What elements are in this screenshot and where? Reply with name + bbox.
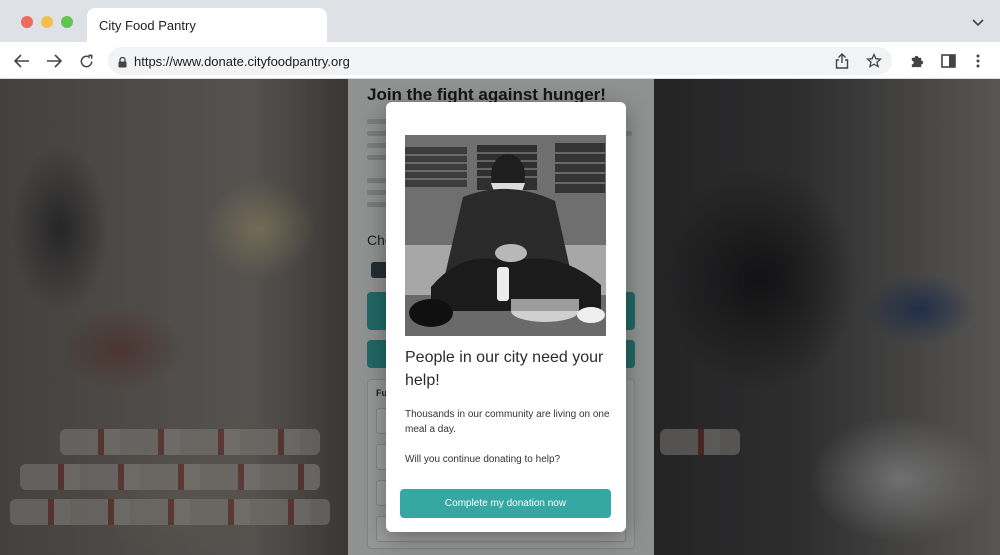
modal-body-text: Thousands in our community are living on…: [405, 409, 610, 435]
share-icon[interactable]: [832, 51, 852, 71]
browser-tab-bar: City Food Pantry: [0, 0, 1000, 42]
address-bar[interactable]: https://www.donate.cityfoodpantry.org: [108, 47, 892, 75]
bookmark-star-icon[interactable]: [864, 51, 884, 71]
reload-icon[interactable]: [75, 50, 97, 72]
lock-icon: [118, 55, 127, 73]
side-panel-icon[interactable]: [937, 50, 959, 72]
complete-donation-button[interactable]: Complete my donation now: [400, 489, 611, 518]
page-viewport: Join the fight against hunger! Cho Fu Pe…: [0, 79, 1000, 555]
modal-title: People in our city need your help!: [405, 349, 604, 389]
browser-toolbar: https://www.donate.cityfoodpantry.org: [0, 42, 1000, 79]
man-eating-photo: [405, 135, 606, 336]
tab-title: City Food Pantry: [99, 18, 196, 33]
url-text: https://www.donate.cityfoodpantry.org: [134, 54, 350, 69]
modal-question-text: Will you continue donating to help?: [405, 454, 561, 465]
window-minimize-button[interactable]: [41, 16, 53, 28]
forward-arrow-icon[interactable]: [43, 50, 65, 72]
browser-tab[interactable]: City Food Pantry: [87, 8, 327, 42]
window-close-button[interactable]: [21, 16, 33, 28]
donation-reminder-modal: People in our city need your help! Thous…: [386, 102, 626, 532]
chevron-down-icon[interactable]: [972, 14, 984, 32]
kebab-menu-icon[interactable]: [967, 50, 989, 72]
extensions-puzzle-icon[interactable]: [905, 50, 927, 72]
back-arrow-icon[interactable]: [11, 50, 33, 72]
window-maximize-button[interactable]: [61, 16, 73, 28]
